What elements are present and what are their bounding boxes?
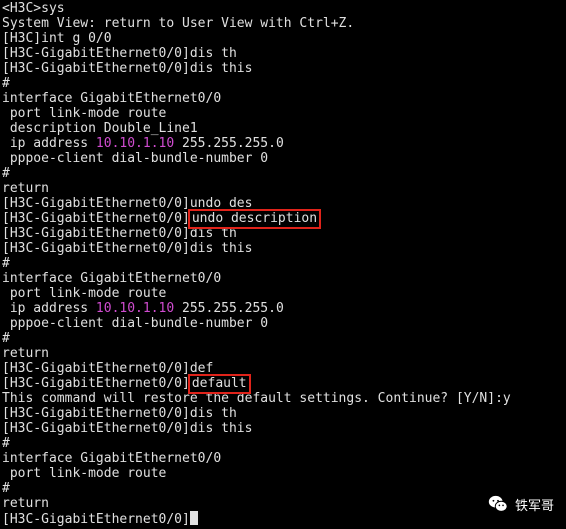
terminal-line: [H3C-GigabitEthernet0/0]dis th — [2, 406, 237, 421]
terminal-line: ip address 10.10.1.10 255.255.255.0 — [0, 301, 566, 316]
terminal-line: [H3C-GigabitEthernet0/0]dis this — [2, 421, 253, 436]
terminal-line: [H3C-GigabitEthernet0/0]dis th — [2, 46, 237, 61]
watermark-text: 铁军哥 — [514, 498, 554, 514]
line-text: ip address — [2, 136, 96, 151]
terminal-line: port link-mode route — [2, 286, 167, 301]
terminal-line: return — [2, 181, 49, 196]
terminal-line: This command will restore the default se… — [2, 391, 511, 406]
terminal-line: return — [2, 496, 49, 511]
ip-address: 10.10.1.10 — [95, 136, 175, 151]
terminal-window[interactable]: <H3C>sys System View: return to User View… — [0, 0, 566, 529]
cli-prompt: [H3C-GigabitEthernet0/0] — [2, 512, 190, 527]
terminal-line: pppoe-client dial-bundle-number 0 — [2, 151, 269, 166]
terminal-line: interface GigabitEthernet0/0 — [2, 91, 222, 106]
terminal-line: port link-mode route — [2, 466, 167, 481]
terminal-line: [H3C-GigabitEthernet0/0] default — [0, 374, 566, 394]
cli-prompt: [H3C-GigabitEthernet0/0] — [2, 211, 190, 226]
terminal-line: [H3C-GigabitEthernet0/0]def — [2, 361, 214, 376]
terminal-line: System View: return to User View with Ct… — [2, 16, 355, 31]
wechat-icon — [488, 495, 508, 512]
terminal-line: [H3C-GigabitEthernet0/0]dis this — [2, 61, 253, 76]
terminal-line: pppoe-client dial-bundle-number 0 — [2, 316, 269, 331]
cli-prompt: [H3C-GigabitEthernet0/0] — [2, 376, 190, 391]
terminal-line: # — [2, 481, 10, 496]
terminal-line: interface GigabitEthernet0/0 — [2, 451, 222, 466]
terminal-line: [H3C]int g 0/0 — [2, 31, 112, 46]
terminal-line: interface GigabitEthernet0/0 — [2, 271, 222, 286]
subnet-mask: 255.255.255.0 — [174, 301, 284, 316]
terminal-line: ip address 10.10.1.10 255.255.255.0 — [0, 136, 566, 151]
terminal-line: description Double_Line1 — [2, 121, 198, 136]
terminal-line: [H3C-GigabitEthernet0/0]undo des — [2, 196, 253, 211]
terminal-line: [H3C-GigabitEthernet0/0]dis th — [2, 226, 237, 241]
terminal-line: # — [2, 436, 10, 451]
highlighted-command: default — [187, 374, 251, 394]
line-text: ip address — [2, 301, 96, 316]
terminal-line: # — [2, 76, 10, 91]
ip-address: 10.10.1.10 — [95, 301, 175, 316]
terminal-line: # — [2, 331, 10, 346]
terminal-line: <H3C>sys — [2, 1, 65, 16]
terminal-line: port link-mode route — [2, 106, 167, 121]
terminal-line: [H3C-GigabitEthernet0/0] undo description — [0, 209, 566, 229]
terminal-line: [H3C-GigabitEthernet0/0] — [0, 511, 566, 527]
watermark: 铁军哥 — [487, 493, 554, 515]
terminal-line: [H3C-GigabitEthernet0/0]dis this — [2, 241, 253, 256]
terminal-line: # — [2, 166, 10, 181]
terminal-line: # — [2, 256, 10, 271]
highlighted-command: undo description — [187, 209, 322, 229]
subnet-mask: 255.255.255.0 — [174, 136, 284, 151]
text-cursor[interactable] — [189, 511, 198, 525]
terminal-line: return — [2, 346, 49, 361]
